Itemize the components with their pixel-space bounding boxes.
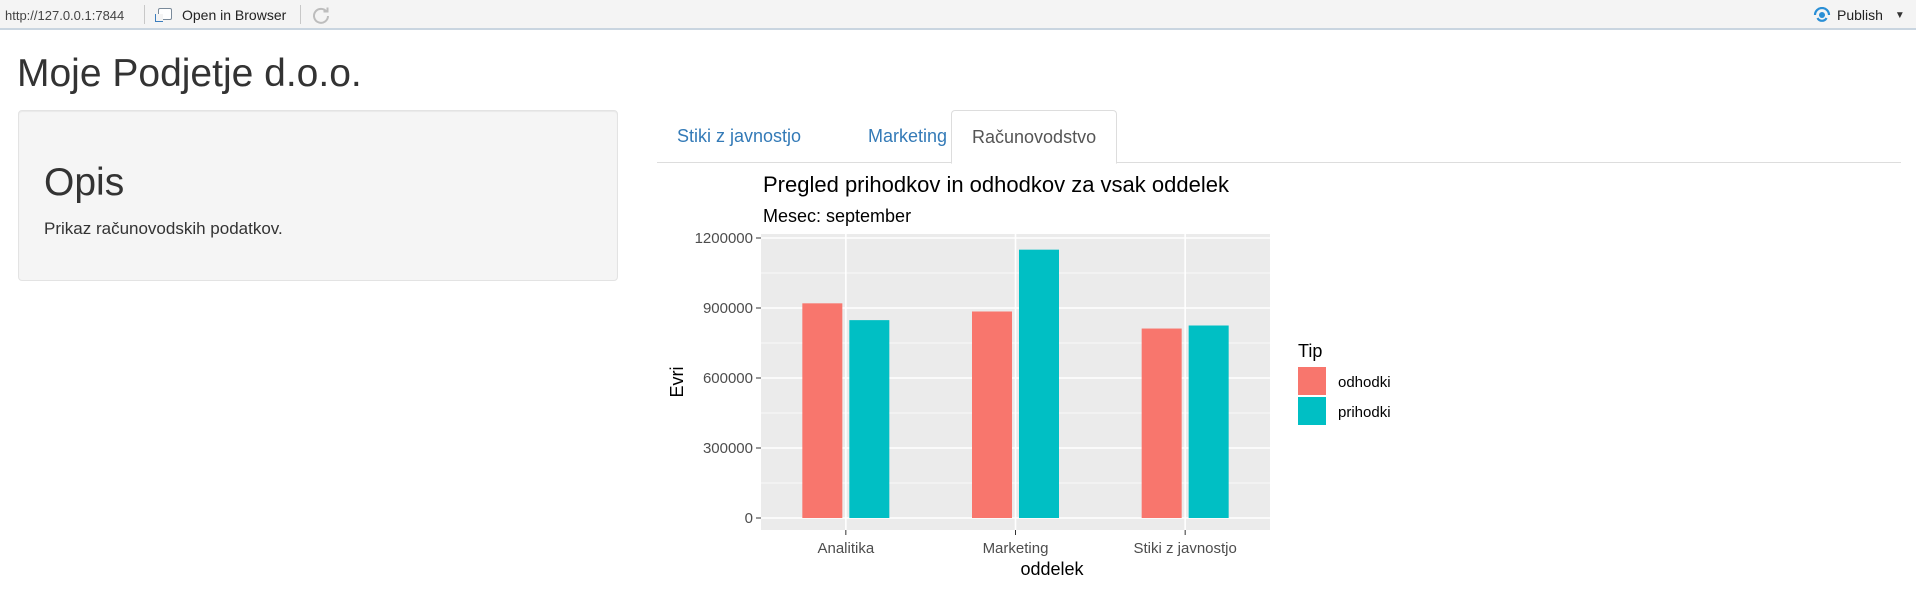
tab-label: Marketing: [868, 126, 948, 146]
y-tick-label: 600000: [703, 370, 753, 387]
tab-racunovodstvo[interactable]: Računovodstvo: [951, 110, 1118, 164]
tab-marketing[interactable]: Marketing: [848, 110, 967, 163]
legend: Tip odhodki prihodki: [1298, 341, 1391, 425]
y-axis-label: Evri: [667, 367, 687, 398]
sidebar-description: Prikaz računovodskih podatkov.: [44, 219, 283, 238]
tab-bar: Stiki z javnostjo Marketing Računovodstv…: [657, 110, 1901, 164]
x-axis: Analitika Marketing Stiki z javnostjo: [817, 530, 1237, 557]
tab-label: Stiki z javnostjo: [677, 126, 802, 146]
legend-label-odhodki: odhodki: [1338, 374, 1391, 391]
toolbar-divider: [300, 5, 301, 24]
publish-dropdown-icon[interactable]: ▼: [1895, 10, 1905, 21]
bar-prihodki-1: [1019, 249, 1059, 518]
y-tick-label: 0: [745, 510, 753, 527]
bar-odhodki-1: [972, 311, 1012, 518]
open-in-browser-button[interactable]: Open in Browser: [155, 4, 286, 26]
x-tick-label: Marketing: [983, 540, 1049, 557]
publish-button[interactable]: Publish ▼: [1812, 4, 1905, 26]
x-axis-label: oddelek: [1020, 559, 1084, 579]
sidebar-panel: Opis Prikaz računovodskih podatkov.: [18, 110, 618, 281]
tab-stiki-z-javnostjo[interactable]: Stiki z javnostjo: [657, 110, 821, 163]
legend-key-prihodki: [1298, 397, 1326, 425]
legend-label-prihodki: prihodki: [1338, 404, 1391, 421]
plot-panel: [761, 234, 1270, 530]
x-tick-label: Analitika: [817, 540, 874, 557]
sidebar-heading: Opis: [44, 161, 125, 204]
open-in-browser-label: Open in Browser: [182, 7, 287, 23]
y-tick-label: 900000: [703, 300, 753, 317]
y-axis: 0 300000 600000 900000 1200000: [695, 230, 761, 527]
bar-odhodki-2: [1141, 328, 1182, 518]
bar-prihodki-2: [1188, 325, 1229, 518]
y-tick-label: 300000: [703, 440, 753, 457]
tab-label: Računovodstvo: [972, 127, 1097, 147]
toolbar-divider: [144, 5, 145, 24]
page-title: Moje Podjetje d.o.o.: [17, 52, 362, 95]
grid-lines: [761, 234, 1270, 530]
publish-icon: [1813, 7, 1831, 22]
refresh-icon[interactable]: [311, 5, 331, 25]
chart-title: Pregled prihodkov in odhodkov za vsak od…: [763, 172, 1230, 197]
viewer-toolbar: http://127.0.0.1:7844 Open in Browser Pu…: [0, 0, 1916, 30]
x-tick-label: Stiki z javnostjo: [1133, 540, 1236, 557]
open-in-browser-icon: [155, 8, 173, 22]
legend-title: Tip: [1298, 341, 1322, 361]
bar-odhodki-0: [802, 303, 843, 518]
bar-prihodki-0: [849, 320, 890, 518]
bars: [802, 249, 1229, 518]
chart-subtitle: Mesec: september: [763, 206, 911, 226]
y-tick-label: 1200000: [695, 230, 753, 247]
viewer-url[interactable]: http://127.0.0.1:7844: [5, 8, 124, 23]
publish-label: Publish: [1837, 7, 1883, 23]
legend-key-odhodki: [1298, 367, 1326, 395]
